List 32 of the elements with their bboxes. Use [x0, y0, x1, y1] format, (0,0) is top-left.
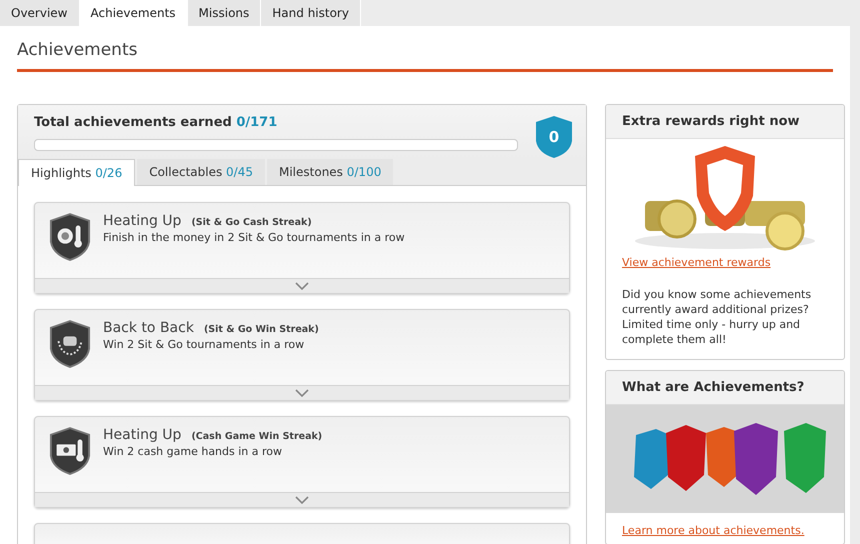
learn-more-link[interactable]: Learn more about achievements. [622, 524, 804, 538]
achievement-description: Win 2 cash game hands in a row [103, 445, 284, 458]
rewards-description: Did you know some achievements currently award additional prizes? Limited time only - hurry up and complete them all! [622, 288, 812, 348]
tab[interactable]: Hand history [261, 0, 361, 26]
achievement-title: Back to Back [103, 320, 194, 336]
expand-button[interactable] [35, 278, 569, 293]
chevron-down-icon [295, 389, 309, 397]
category-tab[interactable]: Milestones 0/100 [266, 159, 394, 185]
category-tab[interactable]: Highlights 0/26 [18, 159, 136, 186]
achievement-subtitle: (Sit & Go Win Streak) [204, 324, 319, 335]
thermometer-badge-icon [49, 427, 91, 475]
panel-title: Extra rewards right now [606, 105, 844, 139]
achievement-subtitle: (Cash Game Win Streak) [191, 431, 322, 442]
tab[interactable]: Achievements [80, 0, 188, 26]
chevron-down-icon [295, 496, 309, 504]
tab[interactable]: Overview [0, 0, 80, 26]
achievement-subtitle: (Sit & Go Cash Streak) [191, 217, 312, 228]
expand-button[interactable] [35, 492, 569, 507]
category-tab[interactable]: Collectables 0/45 [137, 159, 265, 185]
achievement-description: Win 2 Sit & Go tournaments in a row [103, 338, 306, 351]
chevron-down-icon [295, 282, 309, 290]
achievement-title: Heating Up [103, 213, 182, 229]
thermometer-badge-icon [49, 213, 91, 261]
count-badge: 0 [534, 115, 574, 159]
expand-button[interactable] [35, 385, 569, 400]
rewards-link[interactable]: View achievement rewards [622, 256, 771, 269]
total-achievements-label: Total achievements earned 0/171 [34, 115, 278, 130]
panel-title: What are Achievements? [606, 371, 844, 406]
achievement-description: Finish in the money in 2 Sit & Go tournaments in a row [103, 231, 405, 244]
tab[interactable]: Missions [188, 0, 262, 26]
achievement-title: Heating Up [103, 427, 182, 443]
page-title: Achievements [17, 39, 138, 60]
